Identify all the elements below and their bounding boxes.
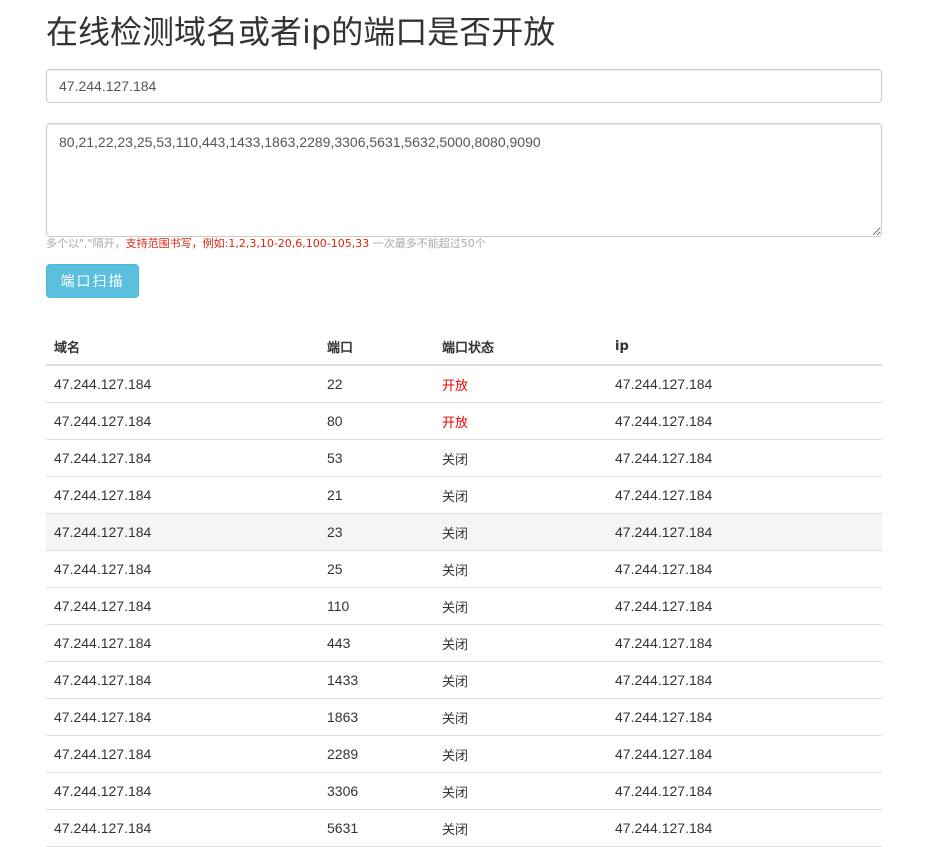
help-text-suffix: 一次最多不能超过50个 <box>369 237 486 250</box>
cell-ip: 47.244.127.184 <box>607 809 882 847</box>
cell-port: 5631 <box>319 809 434 847</box>
cell-port-status: 开放 <box>434 402 607 440</box>
host-input[interactable] <box>46 69 882 103</box>
cell-port: 1433 <box>319 661 434 699</box>
cell-ip: 47.244.127.184 <box>607 476 882 514</box>
cell-port: 2289 <box>319 735 434 773</box>
header-domain: 域名 <box>46 328 319 366</box>
cell-port: 1863 <box>319 698 434 736</box>
table-row: 47.244.127.184 1863 关闭 47.244.127.184 <box>46 698 882 736</box>
cell-port: 3306 <box>319 772 434 810</box>
table-row: 47.244.127.184 110 关闭 47.244.127.184 <box>46 587 882 625</box>
table-row: 47.244.127.184 25 关闭 47.244.127.184 <box>46 550 882 588</box>
cell-port-status: 开放 <box>434 365 607 403</box>
table-row: 47.244.127.184 22 开放 47.244.127.184 <box>46 365 882 403</box>
table-row: 47.244.127.184 80 开放 47.244.127.184 <box>46 402 882 440</box>
cell-port: 110 <box>319 587 434 625</box>
port-scan-button[interactable]: 端口扫描 <box>46 264 139 298</box>
cell-ip: 47.244.127.184 <box>607 513 882 551</box>
cell-domain: 47.244.127.184 <box>46 365 319 403</box>
cell-ip: 47.244.127.184 <box>607 550 882 588</box>
cell-port-status: 关闭 <box>434 550 607 588</box>
cell-ip: 47.244.127.184 <box>607 698 882 736</box>
cell-domain: 47.244.127.184 <box>46 772 319 810</box>
table-row: 47.244.127.184 23 关闭 47.244.127.184 <box>46 513 882 551</box>
help-text-highlight: 支持范围书写，例如:1,2,3,10-20,6,100-105,33 <box>125 237 370 250</box>
cell-port: 53 <box>319 439 434 477</box>
result-table: 域名 端口 端口状态 ip 47.244.127.184 22 开放 47.244.1… <box>46 328 882 847</box>
cell-ip: 47.244.127.184 <box>607 624 882 662</box>
help-text: 多个以","隔开，支持范围书写，例如:1,2,3,10-20,6,100-105… <box>46 237 486 251</box>
table-row: 47.244.127.184 21 关闭 47.244.127.184 <box>46 476 882 514</box>
table-row: 47.244.127.184 2289 关闭 47.244.127.184 <box>46 735 882 773</box>
table-row: 47.244.127.184 5631 关闭 47.244.127.184 <box>46 809 882 847</box>
cell-domain: 47.244.127.184 <box>46 476 319 514</box>
cell-domain: 47.244.127.184 <box>46 513 319 551</box>
table-row: 47.244.127.184 443 关闭 47.244.127.184 <box>46 624 882 662</box>
help-text-prefix: 多个以","隔开， <box>46 237 126 250</box>
page-title: 在线检测域名或者ip的端口是否开放 <box>46 13 556 51</box>
cell-ip: 47.244.127.184 <box>607 735 882 773</box>
cell-domain: 47.244.127.184 <box>46 550 319 588</box>
cell-ip: 47.244.127.184 <box>607 439 882 477</box>
cell-ip: 47.244.127.184 <box>607 365 882 403</box>
cell-ip: 47.244.127.184 <box>607 587 882 625</box>
cell-port-status: 关闭 <box>434 587 607 625</box>
cell-port: 443 <box>319 624 434 662</box>
table-row: 47.244.127.184 53 关闭 47.244.127.184 <box>46 439 882 477</box>
cell-port: 22 <box>319 365 434 403</box>
cell-domain: 47.244.127.184 <box>46 698 319 736</box>
cell-ip: 47.244.127.184 <box>607 402 882 440</box>
cell-domain: 47.244.127.184 <box>46 402 319 440</box>
cell-port: 25 <box>319 550 434 588</box>
table-row: 47.244.127.184 3306 关闭 47.244.127.184 <box>46 772 882 810</box>
table-row: 47.244.127.184 1433 关闭 47.244.127.184 <box>46 661 882 699</box>
cell-domain: 47.244.127.184 <box>46 735 319 773</box>
cell-port-status: 关闭 <box>434 735 607 773</box>
header-ip: ip <box>607 328 882 366</box>
cell-ip: 47.244.127.184 <box>607 661 882 699</box>
cell-port-status: 关闭 <box>434 661 607 699</box>
cell-domain: 47.244.127.184 <box>46 624 319 662</box>
cell-port-status: 关闭 <box>434 513 607 551</box>
cell-ip: 47.244.127.184 <box>607 772 882 810</box>
cell-domain: 47.244.127.184 <box>46 661 319 699</box>
result-table-body: 47.244.127.184 22 开放 47.244.127.184 47.244.1… <box>46 365 882 847</box>
cell-port-status: 关闭 <box>434 698 607 736</box>
table-header-row: 域名 端口 端口状态 ip <box>46 328 882 366</box>
ports-textarea[interactable]: 80,21,22,23,25,53,110,443,1433,1863,2289… <box>46 123 882 237</box>
header-port: 端口 <box>319 328 434 366</box>
header-port-status: 端口状态 <box>434 328 607 366</box>
cell-port: 21 <box>319 476 434 514</box>
cell-port-status: 关闭 <box>434 624 607 662</box>
cell-port-status: 关闭 <box>434 439 607 477</box>
cell-port-status: 关闭 <box>434 772 607 810</box>
cell-domain: 47.244.127.184 <box>46 587 319 625</box>
cell-port-status: 关闭 <box>434 476 607 514</box>
cell-domain: 47.244.127.184 <box>46 809 319 847</box>
cell-port: 80 <box>319 402 434 440</box>
cell-port-status: 关闭 <box>434 809 607 847</box>
cell-domain: 47.244.127.184 <box>46 439 319 477</box>
cell-port: 23 <box>319 513 434 551</box>
